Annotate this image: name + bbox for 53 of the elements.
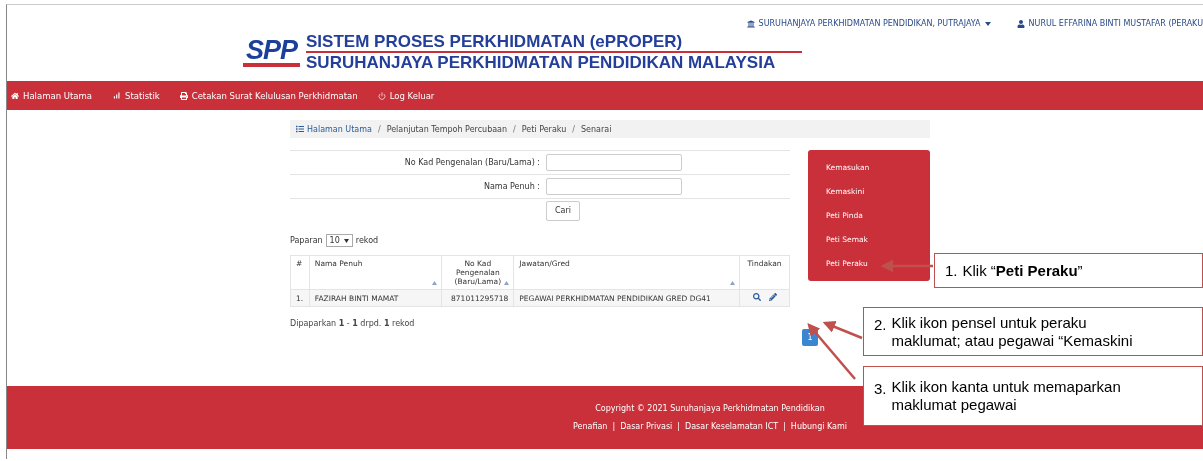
copyright-text: Copyright © 2021 Suruhanjaya Perkhidmatan Pendidikan <box>595 404 825 413</box>
step-text: Klik “Peti Peraku” <box>962 261 1084 280</box>
bar-chart-icon <box>112 91 121 100</box>
print-icon <box>179 91 188 100</box>
power-icon <box>377 91 386 100</box>
institution-menu[interactable]: SURUHANJAYA PERKHIDMATAN PENDIDIKAN, PUTRAJAYA <box>746 19 991 28</box>
step-number: 3. <box>874 379 887 397</box>
breadcrumb-item[interactable]: Pelanjutan Tempoh Percubaan <box>386 124 508 134</box>
institution-icon <box>746 19 755 28</box>
sort-icon <box>730 281 736 285</box>
pencil-icon[interactable] <box>768 293 777 301</box>
footer-link[interactable]: Penafian <box>572 422 608 431</box>
step-number: 2. <box>874 315 887 333</box>
nav-link[interactable]: Log Keluar <box>377 90 435 101</box>
sort-icon <box>432 281 438 285</box>
breadcrumb-item[interactable]: Peti Peraku <box>521 124 567 134</box>
home-icon <box>11 91 19 100</box>
agency-title: SURUHANJAYA PERKHIDMATAN PENDIDIKAN MALAYSIA <box>306 53 777 72</box>
caret-icon <box>984 21 991 26</box>
footer-separator: | <box>612 422 616 431</box>
sort-icon <box>504 281 510 285</box>
step-text: Klik ikon pensel untuk peraku maklumat; atau pegawai “Kemaskini <box>891 313 1134 350</box>
breadcrumb-link[interactable]: Halaman Utama <box>296 124 372 134</box>
footer-link[interactable]: Hubungi Kami <box>790 422 848 431</box>
breadcrumb-separator: / <box>377 124 381 134</box>
page-size-label: Paparan <box>290 236 323 245</box>
footer-link[interactable]: Dasar Keselamatan ICT <box>685 422 779 431</box>
input-field[interactable] <box>546 154 682 171</box>
breadcrumb-separator: / <box>572 124 575 134</box>
field-label: Nama Penuh : <box>482 182 541 191</box>
step-text: Klik ikon kanta untuk memaparkan maklumat pegawai <box>891 378 1122 414</box>
caret-icon <box>343 238 349 243</box>
user-icon <box>1016 19 1025 28</box>
record-summary: Dipaparkan 1 - 1 drpd. 1 rekod <box>290 319 416 328</box>
list-icon <box>296 125 304 133</box>
footer-link[interactable]: Dasar Privasi <box>620 422 673 431</box>
user-menu[interactable]: NURUL EFFARINA BINTI MUSTAFAR (PERAKU <box>1016 19 1203 28</box>
nav-link[interactable]: Statistik <box>112 90 160 101</box>
footer-separator: | <box>677 422 680 431</box>
breadcrumb-item[interactable]: Senarai <box>581 124 612 134</box>
system-title: SISTEM PROSES PERKHIDMATAN (ePROPER) <box>306 32 803 53</box>
search-button[interactable]: Cari <box>546 200 580 221</box>
nav-label: Statistik <box>125 90 160 101</box>
footer-separator: | <box>783 422 786 431</box>
page-size-label: rekod <box>355 236 379 245</box>
logo-mark: SPP <box>243 37 301 67</box>
field-label: No Kad Pengenalan (Baru/Lama) : <box>403 158 541 167</box>
input-field[interactable] <box>546 178 682 195</box>
search-icon[interactable] <box>752 293 761 301</box>
step-number: 1. <box>945 262 958 279</box>
nav-label: Log Keluar <box>389 90 435 101</box>
breadcrumb-separator: / <box>513 124 516 134</box>
page-size-select[interactable]: 10 <box>325 234 353 247</box>
